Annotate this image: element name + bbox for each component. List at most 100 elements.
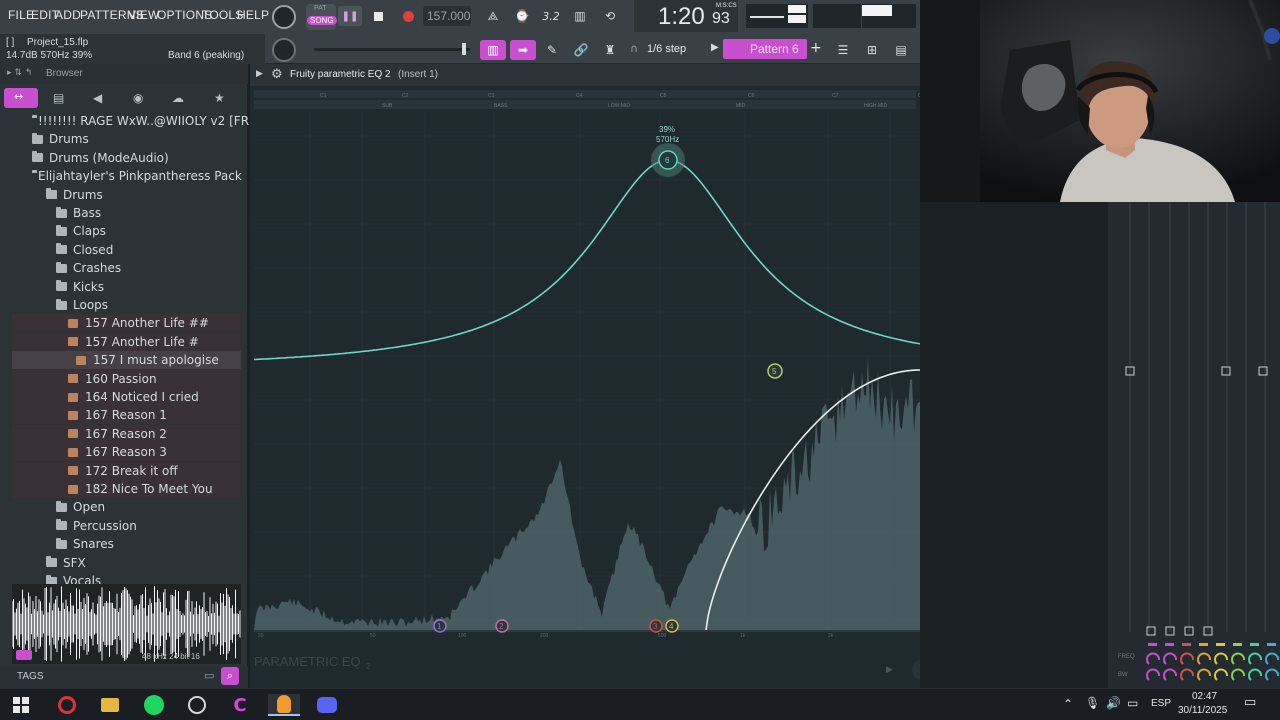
freq-knob[interactable] — [1248, 652, 1262, 665]
browser-folder[interactable]: Crashes — [12, 259, 241, 277]
bw-knob[interactable] — [1231, 668, 1245, 681]
step-edit-button[interactable]: ▥ — [568, 6, 592, 26]
network-icon[interactable]: ▭ — [1127, 696, 1138, 710]
stop-button[interactable] — [366, 6, 390, 26]
browser-file[interactable]: 157 Another Life # — [12, 332, 241, 351]
song-position-display[interactable]: 1:20 93 M:S:CS — [634, 0, 738, 32]
mixer-button[interactable]: ▤ — [889, 40, 913, 60]
bw-knob[interactable] — [1146, 668, 1160, 681]
browser-file[interactable]: 167 Reason 1 — [12, 406, 241, 425]
browser-folder[interactable]: Kicks — [12, 278, 241, 296]
preview-play-icon[interactable] — [16, 650, 32, 660]
microphone-icon[interactable]: 🎙 — [1085, 696, 1100, 710]
eq-band-handle-6[interactable]: 6 — [651, 143, 685, 177]
record-button[interactable] — [396, 6, 420, 26]
taskbar-discord[interactable] — [316, 694, 338, 716]
browser-file[interactable]: 182 Nice To Meet You — [12, 480, 241, 498]
stamp-button[interactable]: ♜ — [598, 40, 622, 60]
browser-folder[interactable]: Open — [12, 498, 241, 516]
bw-knob[interactable] — [1214, 668, 1228, 681]
band-sliders[interactable] — [1108, 202, 1280, 688]
eq-band-handle-4[interactable]: 4 — [665, 619, 679, 633]
browser-folder[interactable]: Drums — [12, 186, 241, 204]
link-button[interactable]: 🔗 — [569, 40, 593, 60]
bw-knob[interactable] — [1265, 668, 1279, 681]
tags-label[interactable]: TAGS — [17, 671, 43, 682]
eq-band-handle-1[interactable]: 1 — [433, 619, 447, 633]
tempo-display[interactable]: 157.000 — [423, 6, 471, 26]
typing-keyboard-button[interactable]: ▥ — [480, 40, 506, 60]
browser-nav-icons[interactable]: ▸ ⇅ ↰ — [7, 68, 32, 78]
taskbar-explorer[interactable] — [99, 694, 121, 716]
browser-cloud-tab[interactable]: ☁ — [172, 91, 184, 105]
browser-folder[interactable]: Snares — [12, 535, 241, 553]
browser-folder[interactable]: !!!!!!!! RAGE WxW..@WIIOLY v2 [FREE] — [12, 112, 269, 130]
browser-folder[interactable]: Drums (ModeAudio) — [12, 149, 241, 167]
browser-file[interactable]: 157 Another Life ## — [12, 314, 241, 333]
browser-folder[interactable]: Closed — [12, 241, 241, 259]
browser-all-tab[interactable]: ↔ — [4, 88, 38, 108]
master-volume-knob[interactable] — [272, 5, 296, 29]
channel-rack-button[interactable]: ⊞ — [860, 40, 884, 60]
browser-file[interactable]: 164 Noticed I cried — [12, 388, 241, 406]
browser-folder[interactable]: Bass — [12, 204, 241, 222]
taskbar-fl-studio[interactable] — [268, 694, 300, 716]
bw-knob[interactable] — [1197, 668, 1211, 681]
browser-favorites-tab[interactable]: ★ — [214, 91, 225, 105]
sample-preview[interactable]: 48 kHz 24 bit 16 — [12, 584, 241, 664]
freq-knob[interactable] — [1146, 652, 1160, 665]
browser-plugin-db-tab[interactable]: ◉ — [133, 91, 143, 105]
taskbar-opera[interactable] — [56, 694, 78, 716]
browser-folder[interactable]: Percussion — [12, 517, 241, 535]
browser-file[interactable]: 157 I must apologise — [12, 351, 241, 370]
wait-input-button[interactable]: ⌚ — [510, 6, 534, 26]
metronome-button[interactable]: ⟁ — [481, 6, 505, 26]
snap-select[interactable]: 1/6 step — [645, 40, 707, 60]
browser-file[interactable]: 167 Reason 3 — [12, 443, 241, 462]
bw-knob[interactable] — [1248, 668, 1262, 681]
browser-current-project-tab[interactable]: ▤ — [53, 91, 64, 105]
search-icon[interactable]: ⌕ — [221, 667, 239, 685]
start-button[interactable] — [10, 694, 32, 716]
play-icon[interactable]: ▶ — [886, 665, 893, 675]
freq-knob[interactable] — [1265, 652, 1279, 665]
freq-knob[interactable] — [1197, 652, 1211, 665]
loop-record-button[interactable]: ⟲ — [598, 6, 622, 26]
clock-time[interactable]: 02:47 — [1192, 691, 1217, 702]
clock-date[interactable]: 30/11/2025 — [1178, 705, 1227, 716]
freq-knob[interactable] — [1180, 652, 1194, 665]
browser-folder[interactable]: Claps — [12, 222, 241, 240]
pat-song-toggle[interactable]: PAT SONG — [306, 4, 337, 30]
taskbar-app-c[interactable]: C — [229, 694, 251, 716]
browser-plugin-tab[interactable]: ◀ — [93, 91, 102, 105]
pattern-selector[interactable]: Pattern 6 — [723, 39, 807, 59]
eq-band-handle-2[interactable]: 2 — [495, 619, 509, 633]
gear-icon[interactable]: ⚙ — [271, 67, 283, 82]
menu-view[interactable]: VIEW — [128, 8, 159, 22]
master-pitch-slider[interactable] — [314, 43, 470, 55]
browser-folder[interactable]: Elijahtayler's Pinkpantheress Pack — [12, 167, 242, 185]
expand-arrow-icon[interactable]: ▶ — [256, 69, 263, 79]
bw-knob[interactable] — [1163, 668, 1177, 681]
menu-add[interactable]: ADD — [55, 8, 81, 22]
browser-file[interactable]: 167 Reason 2 — [12, 424, 241, 443]
browser-file[interactable]: 160 Passion — [12, 369, 241, 388]
playlist-button[interactable]: ☰ — [831, 40, 855, 60]
bw-knob[interactable] — [1180, 668, 1194, 681]
taskbar-obs[interactable] — [186, 694, 208, 716]
freq-knob[interactable] — [1214, 652, 1228, 665]
chevron-up-icon[interactable]: ⌃ — [1063, 697, 1073, 711]
eq-band-handle-5[interactable]: 5 — [767, 363, 783, 379]
folder-icon[interactable]: ▭ — [204, 669, 214, 682]
taskbar-spotify[interactable] — [143, 694, 165, 716]
freq-knob[interactable] — [1231, 652, 1245, 665]
eq-graph[interactable]: C1C2C3C4C5C6C7C8SUBBASSLOW MIDMIDHIGH MI… — [250, 86, 920, 688]
freq-knob[interactable] — [1163, 652, 1177, 665]
snap-arrow-button[interactable]: ➡ — [510, 40, 536, 60]
countdown-button[interactable]: 3.2 — [539, 6, 563, 26]
eq-band-handle-3[interactable]: 3 — [649, 619, 663, 633]
language-indicator[interactable]: ESP — [1151, 698, 1171, 709]
browser-file[interactable]: 172 Break it off — [12, 461, 241, 480]
notification-icon[interactable]: ▭ — [1244, 695, 1256, 710]
browser-folder[interactable]: Loops — [12, 296, 241, 314]
